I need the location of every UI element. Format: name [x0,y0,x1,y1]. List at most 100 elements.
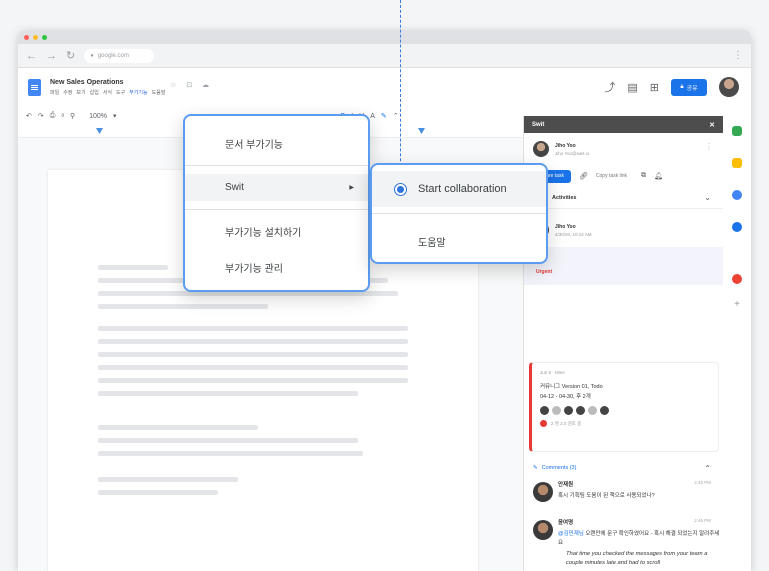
plus-icon[interactable]: + [732,300,742,310]
more-vertical-icon[interactable]: ⋮ [705,142,713,151]
close-icon[interactable]: ✕ [709,121,715,129]
reaction-avatar[interactable] [564,406,573,415]
back-icon[interactable]: ← [26,50,37,62]
callout-line [400,0,401,186]
notification-bell-icon[interactable]: 🔔︎ [654,172,663,180]
forward-icon[interactable]: → [46,50,57,62]
swit-user-name: Jiho Yoo [555,142,576,149]
menu-tools[interactable]: 도구 [116,89,125,96]
activity-trend-icon[interactable]: ⤴ [604,79,615,95]
review-status-text: 2 명 2.0 검토 중 [551,420,582,426]
menu-addons[interactable]: 부가기능 [129,89,147,96]
menu-item-install-addons[interactable]: 부가기능 설치하기 [185,218,368,245]
comment-body: 혹시 기획팀 도움이 된 책으로 사용되었나? [558,493,655,499]
status-check-icon [540,420,547,427]
stage: ← → ↻ ● google.com ⋮ New Sales Operation… [0,0,769,571]
reaction-avatar[interactable] [600,406,609,415]
open-external-icon[interactable]: ⧉ [641,172,646,180]
menu-file[interactable]: 파일 [50,89,59,96]
comment-item: 안재원 2:45 PM 혹시 기획팀 도움이 된 책으로 사용되었나? [524,480,723,514]
callout-dot [395,184,406,195]
comments-icon[interactable]: ▤ [627,81,637,94]
share-button[interactable]: 🔒︎ 공유 [671,78,707,96]
menu-help[interactable]: 도움말 [152,89,166,96]
collapse-toolbar-icon[interactable]: ⌃ [393,112,399,120]
browser-toolbar: ← → ↻ ● google.com ⋮ [18,44,751,68]
sheets-addon-icon[interactable] [732,126,742,136]
text-line [98,265,168,270]
task-card-meta: Jun 5 · Mine [540,370,565,375]
editing-mode-icon[interactable]: ✎ [381,112,387,120]
account-avatar[interactable] [719,77,739,97]
menu-spacer [185,245,368,254]
reaction-avatar[interactable] [540,406,549,415]
spellcheck-icon[interactable]: ᵃ [61,113,64,120]
title-action-icons: ☆ ⊡ ☁ [170,82,214,89]
menu-item-document-addons[interactable]: 문서 부가기능 [185,130,368,157]
swit-submenu: Start collaboration 도움말 [370,163,548,264]
text-line [98,438,358,443]
swit-addon-icon[interactable] [732,222,742,232]
activities-section-header[interactable]: Activities ⌄ [524,187,723,209]
print-icon[interactable]: ⎙ [50,112,56,120]
chevron-up-icon[interactable]: ⌃ [704,464,711,473]
reaction-avatar[interactable] [588,406,597,415]
swit-sidebar-header: Swit ✕ [524,116,723,133]
reaction-avatar[interactable] [576,406,585,415]
reload-icon[interactable]: ↻ [66,49,75,62]
keep-addon-icon[interactable] [732,158,742,168]
activities-section-title: Activities [552,194,577,201]
menu-format[interactable]: 서식 [103,89,112,96]
get-addons-icon[interactable] [732,274,742,284]
text-line [98,365,408,370]
comment-quote: That time you checked the messages from … [566,551,708,566]
text-color-icon[interactable]: A [370,113,375,120]
task-card[interactable]: Jun 5 · Mine 커뮤니그 Version 01, Todo 04-12… [529,362,719,452]
address-bar[interactable]: ● google.com [84,48,155,63]
copy-task-link[interactable]: Copy task link [596,173,627,179]
message-author-row: Jiho Yoo 4/30/20, 10:14 AM [524,215,723,245]
comment-time: 2:46 PM [694,518,711,523]
text-line [98,477,238,482]
header-actions: ⤴ ▤ ⊞ 🔒︎ 공유 [604,77,739,97]
menu-edit[interactable]: 수정 [63,89,72,96]
review-status: 2 명 2.0 검토 중 [540,420,710,427]
address-bar-url: google.com [97,52,129,59]
left-indent-marker-icon[interactable] [96,128,103,134]
menu-item-manage-addons[interactable]: 부가기능 관리 [185,254,368,281]
menu-insert[interactable]: 삽입 [90,89,99,96]
swit-user-subtitle: Jiho Yoo@swit.io [555,150,590,156]
mention[interactable]: @김민재님 [558,531,584,537]
menu-view[interactable]: 보기 [76,89,85,96]
share-label: 공유 [686,85,698,92]
paint-format-icon[interactable]: ⚲ [70,112,75,120]
message-preview[interactable]: Urgent [524,247,723,285]
menu-divider [185,209,368,210]
zoom-select[interactable]: 100% [89,113,107,120]
document-title[interactable]: New Sales Operations [50,79,165,86]
zoom-window-dot[interactable] [42,34,47,40]
menu-divider [372,213,546,214]
present-icon[interactable]: ⊞ [650,81,659,94]
comments-header[interactable]: ✎ Comments (3) ⌃ [524,460,723,476]
right-side-rail: + [723,116,751,571]
message-time: 4/30/20, 10:14 AM [555,231,592,237]
task-card-line: 커뮤니그 Version 01, Todo [540,384,603,390]
undo-icon[interactable]: ↶ [26,112,32,120]
tasks-addon-icon[interactable] [732,190,742,200]
browser-window: ← → ↻ ● google.com ⋮ New Sales Operation… [18,30,751,571]
menu-item-help[interactable]: 도움말 [372,223,546,259]
right-indent-marker-icon[interactable] [418,128,425,134]
docs-logo-icon[interactable] [28,78,41,96]
chevron-down-icon[interactable]: ⌄ [704,193,711,202]
close-window-dot[interactable] [24,34,29,40]
redo-icon[interactable]: ↷ [38,112,44,120]
text-line [98,425,258,430]
swit-sidebar: Swit ✕ Jiho Yoo Jiho Yoo@swit.io ⋮ Share… [523,116,723,571]
chevron-down-icon[interactable]: ▾ [113,112,117,120]
menu-item-swit[interactable]: Swit ▶ [185,174,368,201]
link-icon[interactable]: 🔗︎ [579,172,588,180]
minimize-window-dot[interactable] [33,34,38,40]
kebab-icon[interactable]: ⋮ [733,50,743,61]
reaction-avatar[interactable] [552,406,561,415]
